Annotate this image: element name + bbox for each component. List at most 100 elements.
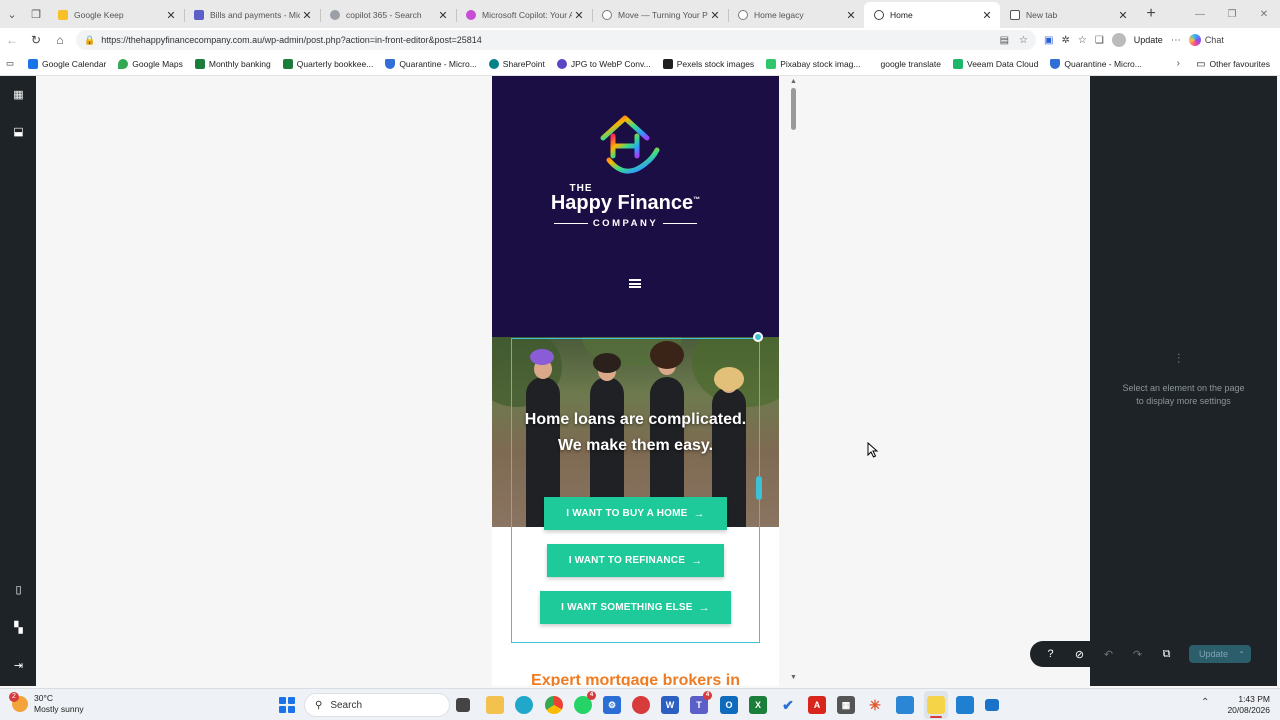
bookmark-pixabay[interactable]: Pixabay stock imag... xyxy=(766,58,861,69)
bookmark-quarantine-1[interactable]: Quarantine - Micro... xyxy=(385,58,477,69)
extension-icon[interactable]: ▣ xyxy=(1044,35,1053,46)
tab-bills-and-payments[interactable]: Bills and payments - Micros ✕ xyxy=(184,2,320,28)
calculator-icon[interactable]: ▦ xyxy=(837,696,855,714)
bookmark-monthly-banking[interactable]: Monthly banking xyxy=(194,58,271,69)
bookmark-pexels[interactable]: Pexels stock images xyxy=(662,58,754,69)
copilot-chat-button[interactable]: Chat xyxy=(1188,34,1224,46)
monitor-icon[interactable] xyxy=(985,699,999,711)
red-app-icon[interactable] xyxy=(632,696,650,714)
scroll-thumb[interactable] xyxy=(791,88,796,130)
bookmark-google-translate[interactable]: google translate xyxy=(873,59,942,69)
excel-icon[interactable]: X xyxy=(749,696,767,714)
url-text[interactable]: https://thehappyfinancecompany.com.au/wp… xyxy=(101,35,999,45)
close-tab-icon[interactable]: ✕ xyxy=(300,9,314,22)
bookmark-quarantine-2[interactable]: Quarantine - Micro... xyxy=(1050,58,1142,69)
other-favourites[interactable]: ▭ Other favourites xyxy=(1196,52,1270,76)
browser-update-button[interactable]: Update xyxy=(1134,35,1163,45)
chevron-up-icon[interactable]: ⌃ xyxy=(1238,650,1245,659)
back-arrow-icon[interactable]: ← xyxy=(0,28,24,52)
outlook-icon[interactable]: O xyxy=(720,696,738,714)
tab-home-legacy[interactable]: Home legacy ✕ xyxy=(728,2,864,28)
remote-desktop-icon[interactable] xyxy=(956,696,974,714)
close-tab-icon[interactable]: ✕ xyxy=(844,9,858,22)
photos-icon[interactable] xyxy=(896,696,914,714)
file-explorer-icon[interactable] xyxy=(486,696,504,714)
tab-home[interactable]: Home ✕ xyxy=(864,2,1000,28)
visibility-toggle-icon[interactable]: ⊘ xyxy=(1065,641,1094,667)
tab-actions-chevron-icon[interactable]: ⌄ xyxy=(0,0,24,28)
close-window-icon[interactable]: ✕ xyxy=(1248,0,1280,28)
favourite-star-icon[interactable]: ☆ xyxy=(1019,35,1028,46)
reader-view-icon[interactable]: ▤ xyxy=(1000,35,1009,46)
page-settings-icon[interactable]: ▚ xyxy=(12,621,25,634)
tab-microsoft-copilot[interactable]: Microsoft Copilot: Your AI c ✕ xyxy=(456,2,592,28)
tab-new-tab[interactable]: New tab ✕ xyxy=(1000,2,1136,28)
undo-icon[interactable]: ↶ xyxy=(1094,641,1123,667)
block-move-handle[interactable] xyxy=(753,332,763,342)
close-tab-icon[interactable]: ✕ xyxy=(436,9,450,22)
update-button[interactable]: Update ⌃ xyxy=(1189,645,1251,663)
tab-copilot-search[interactable]: copilot 365 - Search ✕ xyxy=(320,2,456,28)
chevron-right-icon[interactable]: › xyxy=(1177,58,1180,69)
help-icon[interactable]: ? xyxy=(1036,641,1065,667)
close-tab-icon[interactable]: ✕ xyxy=(572,9,586,22)
reload-icon[interactable]: ↻ xyxy=(24,28,48,52)
settings-gear-icon[interactable]: ⚙ xyxy=(603,696,621,714)
close-tab-icon[interactable]: ✕ xyxy=(980,9,994,22)
snipping-tool-icon[interactable]: ✳ xyxy=(866,696,884,714)
task-view-icon[interactable] xyxy=(456,698,470,712)
block-resize-handle[interactable] xyxy=(756,476,762,500)
minimize-icon[interactable]: — xyxy=(1184,0,1216,28)
chevron-up-icon[interactable]: ⌃ xyxy=(1201,697,1209,708)
canvas-scrollbar[interactable]: ▲ ▼ xyxy=(787,76,799,686)
close-tab-icon[interactable]: ✕ xyxy=(164,9,178,22)
bookmark-veeam[interactable]: Veeam Data Cloud xyxy=(953,58,1038,69)
bookmark-google-maps[interactable]: Google Maps xyxy=(118,58,183,69)
close-tab-icon[interactable]: ✕ xyxy=(708,9,722,22)
hamburger-menu-icon[interactable] xyxy=(629,279,641,288)
extensions-puzzle-icon[interactable]: ✲ xyxy=(1061,35,1069,46)
bookmark-jpg-to-webp[interactable]: JPG to WebP Conv... xyxy=(556,58,651,69)
something-else-button[interactable]: I WANT SOMETHING ELSE → xyxy=(540,591,731,624)
mobile-preview-icon[interactable]: ▯ xyxy=(12,583,25,596)
bookmark-quarterly-bookkeeping[interactable]: Quarterly bookkee... xyxy=(282,58,373,69)
collections-icon[interactable]: ❏ xyxy=(1095,35,1104,46)
bookmarks-toggle-icon[interactable]: ▭ xyxy=(6,58,14,69)
add-block-icon[interactable]: ⬓ xyxy=(12,125,25,138)
chrome-icon[interactable] xyxy=(545,696,563,714)
tab-google-keep[interactable]: Google Keep ✕ xyxy=(48,2,184,28)
system-clock[interactable]: 1:43 PM 20/08/2026 xyxy=(1227,694,1270,716)
todo-check-icon[interactable]: ✔ xyxy=(779,696,797,714)
taskbar-search[interactable]: ⚲ Search xyxy=(304,693,450,717)
favourites-icon[interactable]: ☆ xyxy=(1078,35,1087,46)
home-icon[interactable]: ⌂ xyxy=(48,28,72,52)
lock-icon[interactable]: 🔒 xyxy=(84,35,95,46)
editor-canvas[interactable]: THE Happy Finance™ COMPANY Home loans ar… xyxy=(36,76,1090,686)
tab-move[interactable]: Move — Turning Your Prior ✕ xyxy=(592,2,728,28)
address-bar[interactable]: 🔒 https://thehappyfinancecompany.com.au/… xyxy=(76,30,1036,50)
edge-icon[interactable] xyxy=(515,696,533,714)
more-menu-icon[interactable]: ⋯ xyxy=(1171,35,1181,46)
teams-icon[interactable]: T4 xyxy=(690,691,712,714)
new-tab-plus-icon[interactable]: + xyxy=(1136,5,1166,23)
bookmark-sharepoint[interactable]: SharePoint xyxy=(488,58,545,69)
layers-icon[interactable]: ▦ xyxy=(12,88,25,101)
acrobat-icon[interactable]: A xyxy=(808,696,826,714)
workspaces-icon[interactable]: ❐ xyxy=(24,0,48,28)
scroll-up-arrow-icon[interactable]: ▲ xyxy=(790,78,797,85)
exit-editor-icon[interactable]: ⇥ xyxy=(12,659,25,672)
profile-avatar[interactable] xyxy=(1111,33,1126,47)
bookmark-google-calendar[interactable]: Google Calendar xyxy=(28,58,106,69)
close-tab-icon[interactable]: ✕ xyxy=(1116,9,1130,22)
refinance-button[interactable]: I WANT TO REFINANCE → xyxy=(547,544,724,577)
open-external-icon[interactable]: ⧉ xyxy=(1152,641,1181,667)
weather-widget[interactable]: 2 30°C Mostly sunny xyxy=(9,692,84,715)
sticky-notes-icon[interactable] xyxy=(927,696,945,714)
scroll-down-arrow-icon[interactable]: ▼ xyxy=(790,674,797,681)
whatsapp-icon[interactable]: 4 xyxy=(574,691,596,714)
windows-start-icon[interactable] xyxy=(279,697,295,713)
redo-icon[interactable]: ↷ xyxy=(1123,641,1152,667)
word-icon[interactable]: W xyxy=(661,696,679,714)
restore-icon[interactable]: ❐ xyxy=(1216,0,1248,28)
buy-a-home-button[interactable]: I WANT TO BUY A HOME → xyxy=(544,497,727,530)
